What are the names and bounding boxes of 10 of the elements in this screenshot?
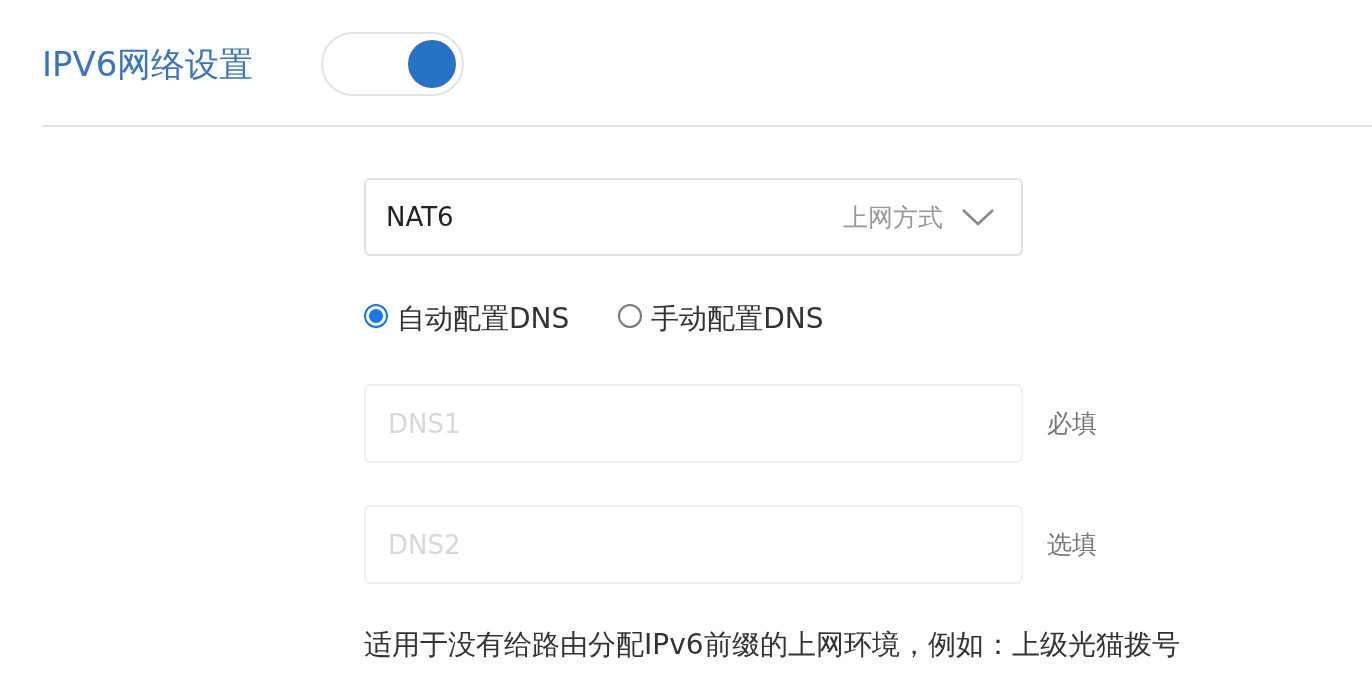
radio-button[interactable] [364,304,388,328]
connection-type-select[interactable]: NAT6 上网方式 [364,178,1023,256]
radio-label[interactable]: 手动配置DNS [651,302,824,336]
section-title: IPV6网络设置 [42,43,254,85]
chevron-down-icon [961,208,995,226]
radio-label[interactable]: 自动配置DNS [397,302,570,336]
radio-button[interactable] [618,304,643,328]
field-hint: 选填 [1047,529,1097,561]
description-text: 适用于没有给路由分配IPv6前缀的上网环境，例如：上级光猫拨号 [364,628,1180,662]
field-hint: 必填 [1047,408,1097,440]
